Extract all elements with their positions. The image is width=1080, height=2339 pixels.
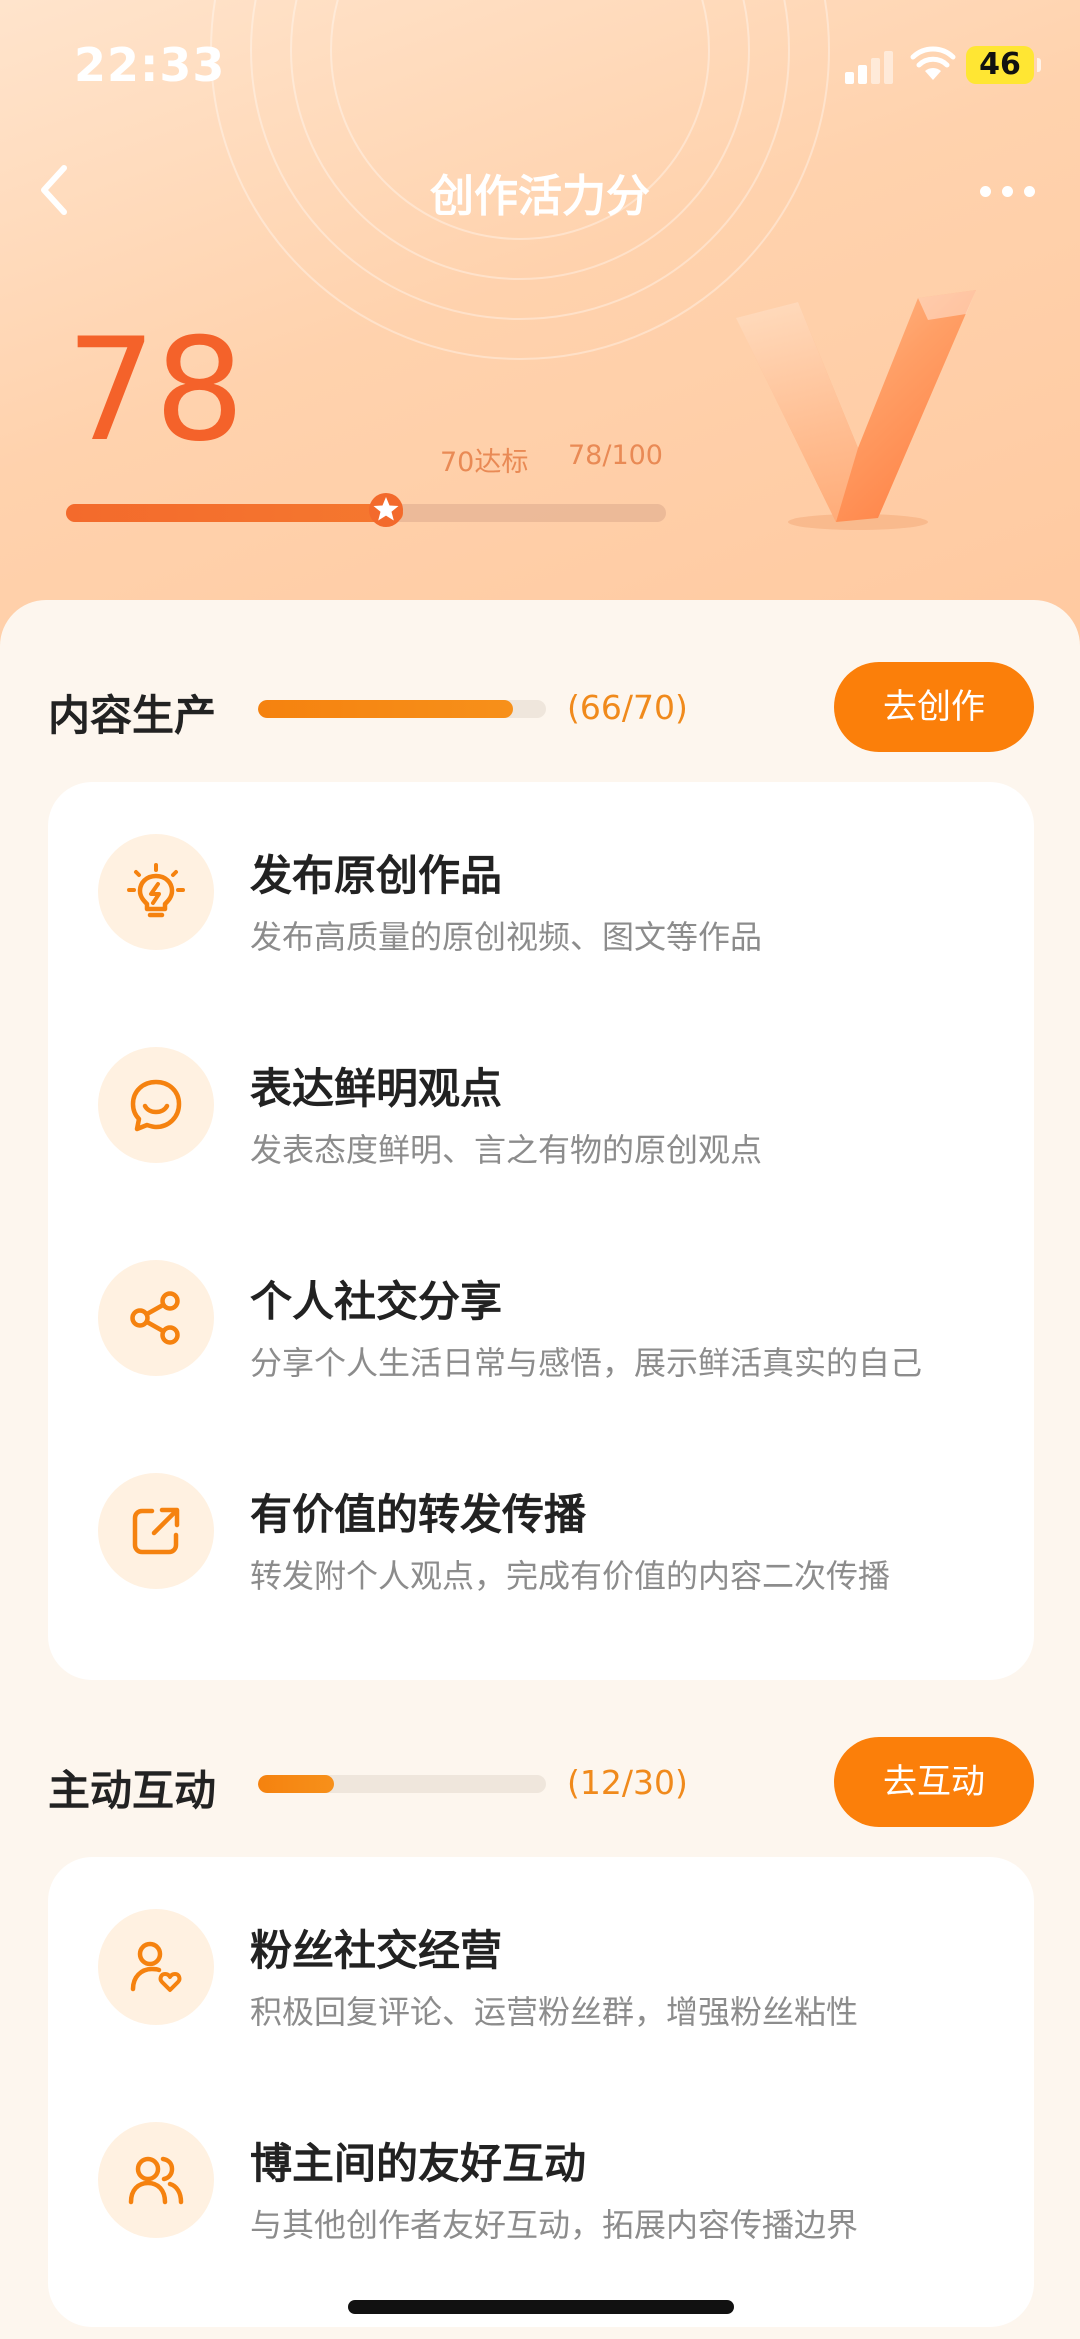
item-description: 积极回复评论、运营粉丝群，增强粉丝粘性 <box>250 1993 859 2031</box>
list-item[interactable]: 表达鲜明观点 发表态度鲜明、言之有物的原创观点 <box>48 1007 1034 1187</box>
section-title: 内容生产 <box>48 691 217 740</box>
score-progress-fill <box>66 504 403 522</box>
item-title: 个人社交分享 <box>250 1277 503 1326</box>
item-title: 博主间的友好互动 <box>250 2139 587 2188</box>
speech-smile-icon <box>98 1047 214 1163</box>
item-description: 分享个人生活日常与感悟，展示鲜活真实的自己 <box>250 1344 923 1382</box>
home-indicator[interactable] <box>348 2300 734 2314</box>
section-progress-fill <box>258 700 514 718</box>
threshold-star-icon <box>368 493 403 527</box>
section-progress-fill <box>258 1775 335 1793</box>
item-title: 有价值的转发传播 <box>250 1490 587 1539</box>
item-title: 表达鲜明观点 <box>250 1064 503 1113</box>
section-progress-bar <box>258 1775 546 1793</box>
list-item[interactable]: 有价值的转发传播 转发附个人观点，完成有价值的内容二次传播 <box>48 1433 1034 1613</box>
status-bar: 22:33 46 <box>0 0 1080 130</box>
section-progress-bar <box>258 700 546 718</box>
item-title: 粉丝社交经营 <box>250 1926 503 1975</box>
cellular-signal-icon <box>845 50 895 84</box>
user-heart-icon <box>98 1909 214 2025</box>
item-description: 发布高质量的原创视频、图文等作品 <box>250 918 763 956</box>
wifi-icon <box>910 46 956 80</box>
v-badge-logo <box>736 290 976 530</box>
section-title: 主动互动 <box>48 1766 217 1815</box>
list-item[interactable]: 粉丝社交经营 积极回复评论、运营粉丝群，增强粉丝粘性 <box>48 1869 1034 2049</box>
item-description: 转发附个人观点，完成有价值的内容二次传播 <box>250 1557 891 1595</box>
go-interact-button[interactable]: 去互动 <box>834 1737 1034 1827</box>
list-item[interactable]: 个人社交分享 分享个人生活日常与感悟，展示鲜活真实的自己 <box>48 1220 1034 1400</box>
score-progress-label: 78/100 <box>568 440 663 471</box>
score-value: 78 <box>66 308 245 473</box>
section-header-active-interaction: 主动互动 (12/30) 去互动 <box>0 1737 1080 1827</box>
list-item[interactable]: 发布原创作品 发布高质量的原创视频、图文等作品 <box>48 794 1034 974</box>
section-count: (12/30) <box>567 1763 688 1802</box>
battery-indicator: 46 <box>966 46 1041 84</box>
share-icon <box>98 1260 214 1376</box>
item-description: 与其他创作者友好互动，拓展内容传播边界 <box>250 2206 859 2244</box>
forward-icon <box>98 1473 214 1589</box>
more-options-icon[interactable] <box>978 172 1038 212</box>
item-title: 发布原创作品 <box>250 851 503 900</box>
task-card-content-production: 发布原创作品 发布高质量的原创视频、图文等作品 表达鲜明观点 发表态度鲜明、言之… <box>48 782 1034 1680</box>
users-icon <box>98 2122 214 2238</box>
go-create-button[interactable]: 去创作 <box>834 662 1034 752</box>
threshold-label: 70达标 <box>440 447 529 478</box>
section-header-content-production: 内容生产 (66/70) 去创作 <box>0 662 1080 752</box>
page-title: 创作活力分 <box>430 171 650 222</box>
status-time: 22:33 <box>74 38 226 92</box>
section-count: (66/70) <box>567 688 688 727</box>
list-item[interactable]: 博主间的友好互动 与其他创作者友好互动，拓展内容传播边界 <box>48 2082 1034 2262</box>
item-description: 发表态度鲜明、言之有物的原创观点 <box>250 1131 763 1169</box>
lightbulb-icon <box>98 834 214 950</box>
task-card-active-interaction: 粉丝社交经营 积极回复评论、运营粉丝群，增强粉丝粘性 博主间的友好互动 与其他创… <box>48 1857 1034 2327</box>
